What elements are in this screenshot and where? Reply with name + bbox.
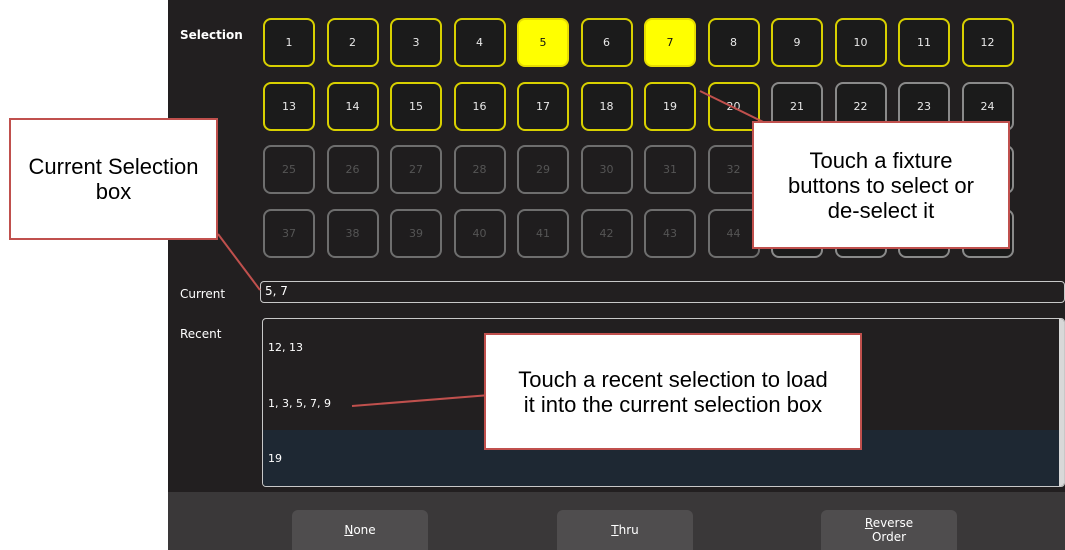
fixture-button-39[interactable]: 39: [390, 208, 442, 258]
fixture-button-26[interactable]: 26: [326, 145, 379, 194]
fixture-button-7[interactable]: 7: [644, 18, 696, 67]
fixture-button-18[interactable]: 18: [580, 81, 633, 131]
thru-label: hru: [618, 523, 639, 537]
thru-mnemonic: T: [611, 523, 619, 537]
selection-label: Selection: [180, 28, 243, 42]
reverse-order-button[interactable]: Reverse Order: [821, 510, 957, 550]
current-label: Current: [180, 287, 226, 301]
recent-label: Recent: [180, 327, 222, 341]
fixture-button-17[interactable]: 17: [517, 81, 569, 131]
none-label: one: [353, 523, 376, 537]
fixture-button-19[interactable]: 19: [644, 81, 696, 131]
fixture-button-1[interactable]: 1: [263, 18, 315, 67]
fixture-button-16[interactable]: 16: [453, 81, 506, 131]
reverse-label-line2: Order: [871, 530, 907, 544]
fixture-button-15[interactable]: 15: [390, 81, 442, 131]
recent-scrollbar[interactable]: [1059, 319, 1064, 486]
none-mnemonic: N: [344, 523, 354, 537]
fixture-button-41[interactable]: 41: [517, 208, 569, 258]
fixture-button-37[interactable]: 37: [263, 208, 315, 258]
fixture-button-11[interactable]: 11: [898, 18, 950, 67]
callout-recent: Touch a recent selection to load it into…: [484, 333, 862, 450]
fixture-button-25[interactable]: 25: [263, 145, 315, 194]
fixture-button-2[interactable]: 2: [326, 18, 379, 67]
fixture-button-27[interactable]: 27: [390, 145, 442, 194]
fixture-button-13[interactable]: 13: [263, 81, 315, 131]
fixture-button-5[interactable]: 5: [517, 18, 569, 67]
fixture-button-4[interactable]: 4: [453, 18, 506, 67]
fixture-button-31[interactable]: 31: [644, 145, 696, 194]
reverse-mnemonic: R: [864, 516, 873, 530]
fixture-button-10[interactable]: 10: [834, 18, 887, 67]
fixture-button-40[interactable]: 40: [453, 208, 506, 258]
fixture-button-6[interactable]: 6: [580, 18, 633, 67]
fixture-button-3[interactable]: 3: [390, 18, 442, 67]
fixture-button-43[interactable]: 43: [644, 208, 696, 258]
none-button[interactable]: None: [292, 510, 428, 550]
thru-button[interactable]: Thru: [557, 510, 693, 550]
fixture-button-12[interactable]: 12: [961, 18, 1014, 67]
callout-fixture: Touch a fixture buttons to select or de-…: [752, 121, 1010, 249]
fixture-button-30[interactable]: 30: [580, 145, 633, 194]
fixture-button-14[interactable]: 14: [326, 81, 379, 131]
reverse-label: everse: [872, 516, 914, 530]
fixture-button-9[interactable]: 9: [771, 18, 823, 67]
fixture-button-8[interactable]: 8: [707, 18, 760, 67]
fixture-button-29[interactable]: 29: [517, 145, 569, 194]
current-selection-field[interactable]: 5, 7: [260, 281, 1065, 303]
fixture-button-28[interactable]: 28: [453, 145, 506, 194]
callout-current-box: Current Selection box: [9, 118, 218, 240]
fixture-button-42[interactable]: 42: [580, 208, 633, 258]
fixture-button-38[interactable]: 38: [326, 208, 379, 258]
